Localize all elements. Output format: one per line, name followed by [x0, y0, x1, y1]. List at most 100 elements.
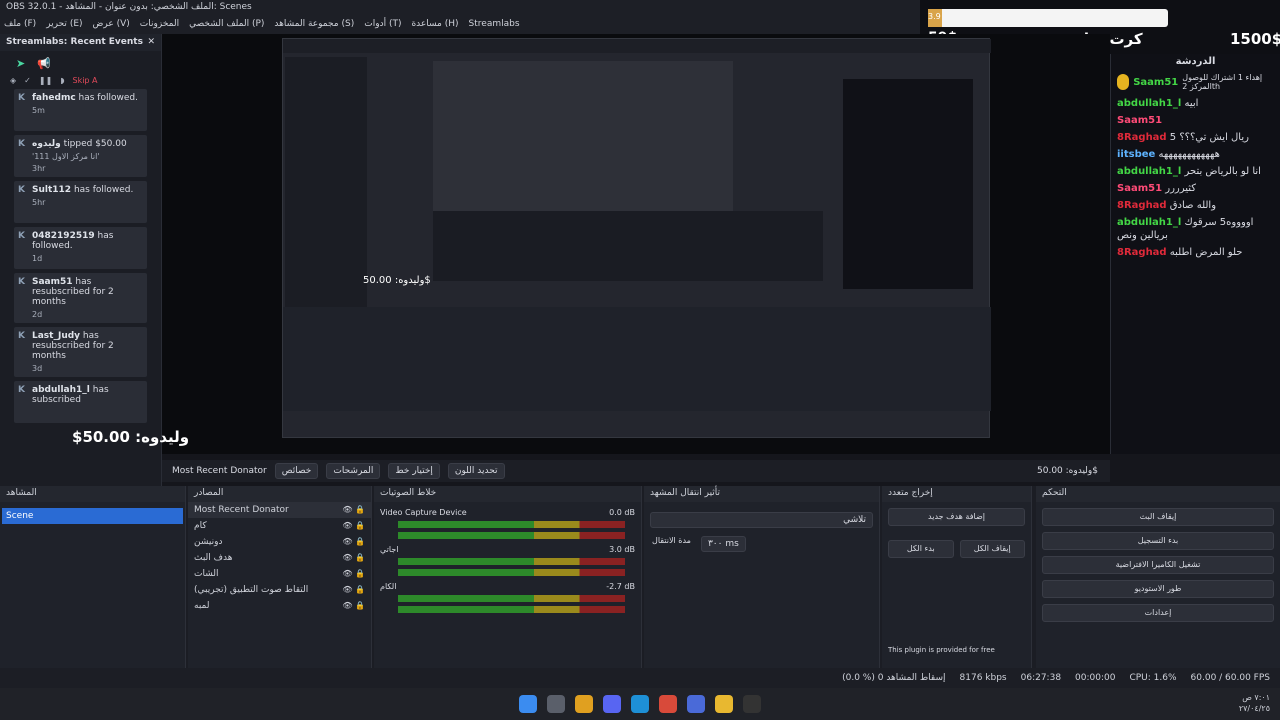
chrome-icon[interactable] [575, 695, 593, 713]
chat-text: ههههههههههههه [1158, 149, 1220, 160]
volume-meter [398, 595, 625, 602]
sources-dock: المصادر Most Recent Donator 👁 🔒 كام 👁 🔒 دوني… [188, 486, 372, 668]
event-action: has followed. [73, 185, 134, 195]
select-color-button[interactable]: تحديد اللون [447, 463, 505, 479]
check-icon[interactable]: ✓ [24, 76, 31, 85]
app-icon[interactable] [687, 695, 705, 713]
folder-icon[interactable] [715, 695, 733, 713]
chat-line: Saam51 [1111, 112, 1280, 129]
source-item[interactable]: لمبه 👁 🔒 [188, 598, 371, 614]
event-time: 3hr [32, 164, 46, 173]
start-icon[interactable] [519, 695, 537, 713]
mixer-list: Video Capture Device 0.0 dB اجاتي 3.0 dB الك… [374, 502, 641, 613]
control-button[interactable]: بدء التسجيل [1042, 532, 1274, 550]
sources-title: المصادر [194, 488, 224, 498]
controls-dock: التحكم إيقاف البث بدء التسجيل تشغيل الكامي… [1036, 486, 1280, 668]
chat-user: 8Raghad [1117, 132, 1167, 143]
browser-icon[interactable] [659, 695, 677, 713]
source-item[interactable]: التقاط صوت التطبيق (تجريبي) 👁 🔒 [188, 582, 371, 598]
control-button[interactable]: تشغيل الكاميرا الافتراضية [1042, 556, 1274, 574]
shield-icon[interactable]: ◈ [10, 76, 16, 85]
menu-item[interactable]: مساعدة (H) [411, 19, 458, 29]
goal-right: 1500$ [1230, 30, 1280, 48]
epic-icon[interactable] [743, 695, 761, 713]
menu-item[interactable]: المخزونات [140, 19, 179, 29]
close-icon[interactable]: ✕ [147, 37, 155, 48]
chat-line: iitsbee ههههههههههههه [1111, 146, 1280, 163]
menu-item[interactable]: مجموعة المشاهد (S) [274, 19, 354, 29]
transition-select[interactable]: تلاشي [650, 512, 873, 528]
menu-item[interactable]: Streamlabs [469, 19, 520, 29]
filters-button[interactable]: المرشحات [326, 463, 381, 479]
source-name: Most Recent Donator [172, 466, 267, 476]
add-target-button[interactable]: إضافة هدف جديد [888, 508, 1025, 526]
volume-icon[interactable]: ◗ [60, 76, 64, 85]
menu-item[interactable]: ملف (F) [4, 19, 36, 29]
chat-line: abdullah1_l اووووه5 سرقوك بريالين ونص [1111, 214, 1280, 244]
edge-icon[interactable] [631, 695, 649, 713]
source-item[interactable]: دونيشن 👁 🔒 [188, 534, 371, 550]
eye-lock-icon[interactable]: 👁 🔒 [342, 585, 365, 595]
channel-name: اجاتي [380, 545, 399, 554]
source-item[interactable]: هدف البث 👁 🔒 [188, 550, 371, 566]
chat-user: Saam51 [1117, 115, 1163, 126]
menu-item[interactable]: تحرير (E) [46, 19, 82, 29]
chat-user: abdullah1_l [1117, 98, 1182, 109]
eye-lock-icon[interactable]: 👁 🔒 [342, 569, 365, 579]
volume-meter [398, 532, 625, 539]
megaphone-icon[interactable]: 📢 [37, 57, 51, 70]
stop-all-button[interactable]: إيقاف الكل [959, 540, 1025, 558]
chat-user: abdullah1_l [1117, 166, 1182, 177]
eye-lock-icon[interactable]: 👁 🔒 [342, 601, 365, 611]
event-item: K وليدوه tipped $50.00 'انا مركز الاول 111… [14, 135, 147, 177]
transitions-dock: تأثير انتقال المشهد تلاشي مدة الانتقال ٣٠… [644, 486, 880, 668]
pinned-user: Saam51 [1133, 76, 1179, 88]
duration-label: مدة الانتقال [652, 536, 691, 545]
source-item[interactable]: Most Recent Donator 👁 🔒 [188, 502, 371, 518]
event-user: fahedmc [32, 93, 76, 103]
cpu-usage: CPU: 1.6% [1129, 673, 1177, 683]
start-all-button[interactable]: بدء الكل [888, 540, 954, 558]
eye-lock-icon[interactable]: 👁 🔒 [342, 553, 365, 563]
menu-item[interactable]: أدوات (T) [364, 19, 401, 29]
send-icon[interactable]: ➤ [16, 57, 25, 70]
menu-item[interactable]: عرض (V) [93, 19, 130, 29]
pause-icon[interactable]: ❚❚ [39, 76, 52, 85]
menu-bar: ملف (F) تحرير (E) عرض (V) المخزونات الملف ال… [0, 14, 920, 34]
stream-time: 06:27:38 [1020, 673, 1062, 683]
source-item[interactable]: كام 👁 🔒 [188, 518, 371, 534]
control-button[interactable]: إيقاف البث [1042, 508, 1274, 526]
event-time: 1d [32, 254, 43, 263]
chat-text: والله صادق [1169, 200, 1217, 211]
control-button[interactable]: إعدادات [1042, 604, 1274, 622]
eye-lock-icon[interactable]: 👁 🔒 [342, 537, 365, 547]
event-user: abdullah1_l [32, 385, 90, 395]
menu-item[interactable]: الملف الشخصي (P) [189, 19, 264, 29]
chat-header: الدردشة [1175, 56, 1216, 67]
event-item: K Saam51 has resubscribed for 2 months 2d [14, 273, 147, 323]
skip-alert-button[interactable]: Skip A [72, 76, 97, 85]
source-item[interactable]: الشات 👁 🔒 [188, 566, 371, 582]
eye-lock-icon[interactable]: 👁 🔒 [342, 505, 365, 515]
scene-item[interactable]: Scene [2, 508, 183, 524]
source-label: هدف البث [194, 553, 233, 563]
discord-icon[interactable] [603, 695, 621, 713]
event-item: K 0482192519 has followed. 1d [14, 227, 147, 269]
pinned-text: إهداء 1 اشتراك للوصول المركز 2th [1182, 73, 1263, 91]
eye-lock-icon[interactable]: 👁 🔒 [342, 521, 365, 531]
properties-button[interactable]: خصائص [274, 463, 319, 479]
dropped-frames: (0.0 %) إسقاط المشاهد 0 [842, 673, 946, 683]
chat-line: 8Raghad ريال ايش تي؟؟؟ 5 [1111, 129, 1280, 146]
duration-field[interactable]: ٣٠٠ ms [700, 536, 746, 552]
kick-icon: K [18, 277, 25, 287]
chat-user: iitsbee [1117, 149, 1156, 160]
channel-header: اجاتي 3.0 dB [380, 545, 635, 554]
goal-small: 3.9 [928, 9, 942, 27]
chat-line: 8Raghad حلو المرض اطلبه [1111, 244, 1280, 261]
control-button[interactable]: طور الاستوديو [1042, 580, 1274, 598]
obs-icon[interactable] [547, 695, 565, 713]
select-font-button[interactable]: إختيار خط [388, 463, 440, 479]
chat-line: 8Raghad والله صادق [1111, 197, 1280, 214]
scenes-dock: المشاهد Scene [0, 486, 186, 668]
event-action: has followed. [78, 93, 138, 103]
